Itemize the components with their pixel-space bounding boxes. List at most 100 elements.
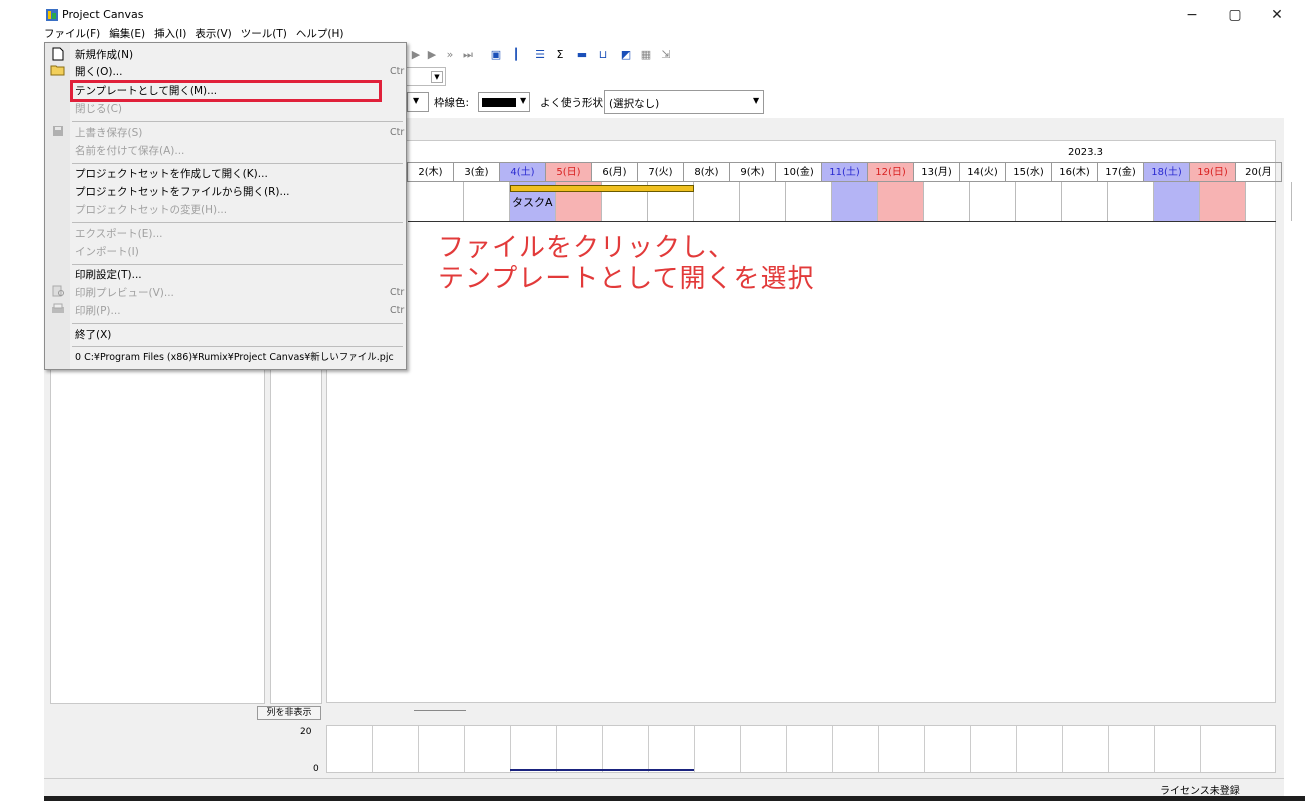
resource-day-column (971, 726, 1017, 772)
menu-item-change-project-set[interactable]: プロジェクトセットの変更(H)... (75, 202, 227, 218)
new-file-icon (50, 47, 66, 63)
license-status: ライセンス未登録 (1160, 786, 1240, 797)
date-header-cell: 15(水) (1006, 162, 1052, 182)
pane-splitter[interactable] (414, 710, 466, 711)
date-header-cell: 6(月) (592, 162, 638, 182)
day-column (786, 182, 832, 221)
select-pointer-icon[interactable]: ⇲ (658, 47, 674, 63)
menu-item-open[interactable]: 開く(O)... (75, 64, 122, 80)
year-month-label: 2023.3 (1068, 147, 1103, 158)
resource-day-column (1063, 726, 1109, 772)
window-title: Project Canvas (62, 8, 144, 21)
menu-view[interactable]: 表示(V) (195, 28, 231, 40)
resource-day-column (1109, 726, 1155, 772)
date-header-cell: 13(月) (914, 162, 960, 182)
play-icon[interactable]: ▶ (424, 47, 440, 63)
date-header-cell: 14(火) (960, 162, 1006, 182)
menu-item-import[interactable]: インポート(I) (75, 244, 139, 260)
skip-end-icon[interactable]: ⏭ (460, 47, 476, 63)
image-icon[interactable]: ◩ (618, 47, 634, 63)
chevron-down-icon: ▼ (753, 96, 760, 105)
date-header-cell: 18(土) (1144, 162, 1190, 182)
row-divider (408, 221, 1276, 222)
sigma-icon[interactable]: Σ (552, 47, 568, 63)
frequent-shape-label: よく使う形状: (540, 97, 607, 109)
resource-line (510, 769, 694, 771)
menu-item-save-as[interactable]: 名前を付けて保存(A)... (75, 143, 184, 159)
chevron-down-icon: ▼ (520, 96, 527, 105)
text-box-icon[interactable]: ▣ (488, 47, 504, 63)
print-icon (50, 303, 66, 319)
date-header-cell: 9(木) (730, 162, 776, 182)
menu-tools[interactable]: ツール(T) (241, 28, 287, 40)
menu-item-print-settings[interactable]: 印刷設定(T)... (75, 267, 142, 283)
menu-item-print[interactable]: 印刷(P)... (75, 303, 121, 319)
color-swatch (482, 98, 516, 107)
menu-item-open-project-set-file[interactable]: プロジェクトセットをファイルから開く(R)... (75, 184, 290, 200)
menu-item-save[interactable]: 上書き保存(S) (75, 125, 142, 141)
menu-shortcut-print: Ctr (390, 305, 405, 316)
menu-item-create-project-set[interactable]: プロジェクトセットを作成して開く(K)... (75, 166, 268, 182)
fast-forward-icon[interactable]: » (442, 47, 458, 63)
border-color-dropdown[interactable]: ▼ (478, 92, 530, 112)
date-header-cell: 10(金) (776, 162, 822, 182)
menu-item-recent-file[interactable]: 0 C:¥Program Files (x86)¥Rumix¥Project C… (75, 350, 394, 366)
menu-item-export[interactable]: エクスポート(E)... (75, 226, 163, 242)
menu-separator (72, 222, 403, 223)
list-indent-icon[interactable]: ☰ (532, 47, 548, 63)
menu-item-close[interactable]: 閉じる(C) (75, 101, 122, 117)
menu-shortcut-save: Ctr (390, 127, 405, 138)
maximize-button[interactable]: ▢ (1218, 4, 1252, 26)
date-header-cell: 20(月 (1236, 162, 1282, 182)
title-bar (44, 6, 1305, 26)
milestone-bar-icon[interactable]: ▬ (574, 47, 590, 63)
menu-separator (72, 264, 403, 265)
date-header-cell: 8(水) (684, 162, 730, 182)
date-header-cell: 11(土) (822, 162, 868, 182)
menu-insert[interactable]: 挿入(I) (154, 28, 186, 40)
frequent-shape-select[interactable]: (選択なし) ▼ (604, 90, 764, 114)
annotation-line-1: ファイルをクリックし、 (438, 233, 736, 263)
resource-day-column (1017, 726, 1063, 772)
zoom-dropdown[interactable]: ▼ (404, 67, 446, 86)
menu-item-print-preview[interactable]: 印刷プレビュー(V)... (75, 285, 174, 301)
day-column (1154, 182, 1200, 221)
date-header-cell: 3(金) (454, 162, 500, 182)
chevron-down-icon: ▼ (431, 71, 443, 83)
print-preview-icon (50, 285, 66, 301)
gantt-chart-area[interactable] (326, 140, 1276, 703)
resource-day-column (833, 726, 879, 772)
app-icon (45, 8, 59, 22)
ruler-icon[interactable]: ⊔ (595, 47, 611, 63)
menu-icon-gutter (45, 43, 70, 369)
day-column (1016, 182, 1062, 221)
resource-day-column (741, 726, 787, 772)
menu-item-exit[interactable]: 終了(X) (75, 327, 111, 343)
minimize-button[interactable]: − (1175, 4, 1209, 26)
menu-edit[interactable]: 編集(E) (109, 28, 145, 40)
date-header-cell: 16(木) (1052, 162, 1098, 182)
menu-item-new[interactable]: 新規作成(N) (75, 47, 133, 63)
hide-columns-button[interactable]: 列を非表示 (257, 706, 321, 720)
menu-help[interactable]: ヘルプ(H) (296, 28, 344, 40)
date-header-cell: 5(日) (546, 162, 592, 182)
grid-icon[interactable]: ▦ (638, 47, 654, 63)
resource-day-column (879, 726, 925, 772)
resource-day-column (695, 726, 741, 772)
resource-day-column (1155, 726, 1201, 772)
bar-chart-icon[interactable]: ┃ (508, 47, 524, 63)
menu-separator (72, 346, 403, 347)
play-icon[interactable]: ▶ (408, 47, 424, 63)
menu-file[interactable]: ファイル(F) (44, 28, 100, 40)
resource-day-column (649, 726, 695, 772)
day-column (832, 182, 878, 221)
task-label[interactable]: タスクA (512, 194, 553, 210)
instruction-annotation: ファイルをクリックし、 テンプレートとして開くを選択 (438, 233, 814, 295)
close-button[interactable]: ✕ (1260, 4, 1294, 26)
date-header-cell: 17(金) (1098, 162, 1144, 182)
resource-chart (326, 725, 1276, 773)
resource-day-column (603, 726, 649, 772)
task-bar[interactable] (510, 185, 694, 192)
day-column (878, 182, 924, 221)
fill-color-dropdown[interactable]: ▼ (407, 92, 429, 112)
